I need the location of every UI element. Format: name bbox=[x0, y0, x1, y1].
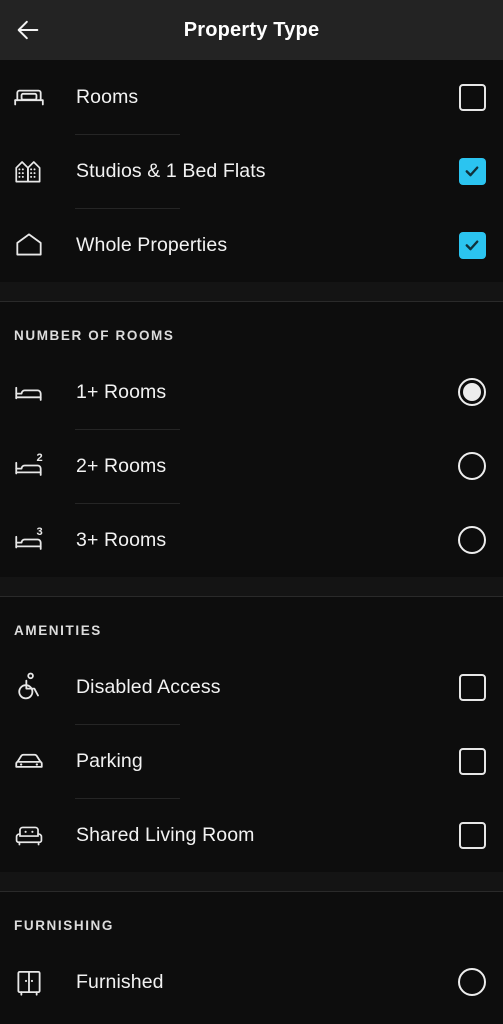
row-label: 1+ Rooms bbox=[76, 380, 167, 403]
row-rooms[interactable]: Rooms bbox=[0, 60, 503, 134]
row-studios-1-bed-flats[interactable]: Studios & 1 Bed Flats bbox=[0, 134, 503, 208]
house-icon bbox=[0, 228, 58, 262]
checkbox-parking[interactable] bbox=[441, 747, 503, 775]
row-label: 2+ Rooms bbox=[76, 454, 167, 477]
row-label: 3+ Rooms bbox=[76, 528, 167, 551]
radio-dot bbox=[463, 383, 481, 401]
radio-furnished[interactable] bbox=[441, 968, 503, 996]
row-label: Parking bbox=[76, 749, 143, 772]
radio-button[interactable] bbox=[458, 968, 486, 996]
radio-button[interactable] bbox=[458, 526, 486, 554]
row-label: Furnished bbox=[76, 970, 164, 993]
app-bar: Property Type bbox=[0, 0, 503, 60]
svg-text:2: 2 bbox=[36, 452, 42, 464]
section-heading: NUMBER OF ROOMS bbox=[14, 328, 175, 343]
section-number-of-rooms: NUMBER OF ROOMS 1+ Rooms 2 2+ Rooms 3 3+… bbox=[0, 302, 503, 577]
row-label: Rooms bbox=[76, 85, 139, 108]
section-divider bbox=[0, 872, 503, 892]
row-label: Whole Properties bbox=[76, 233, 228, 256]
checkbox-rooms[interactable] bbox=[441, 83, 503, 111]
checkbox-whole-properties[interactable] bbox=[441, 231, 503, 259]
page-title: Property Type bbox=[183, 18, 320, 41]
row-2-plus-rooms[interactable]: 2 2+ Rooms bbox=[0, 429, 503, 503]
checkbox[interactable] bbox=[458, 747, 486, 775]
row-3-plus-rooms[interactable]: 3 3+ Rooms bbox=[0, 503, 503, 577]
row-parking[interactable]: Parking bbox=[0, 724, 503, 798]
checkbox[interactable] bbox=[458, 673, 486, 701]
checkbox-disabled-access[interactable] bbox=[441, 673, 503, 701]
wardrobe-icon bbox=[0, 965, 58, 999]
section-amenities: AMENITIES Disabled Access Parking Shared… bbox=[0, 597, 503, 872]
checkbox[interactable] bbox=[458, 83, 486, 111]
radio-3-plus-rooms[interactable] bbox=[441, 526, 503, 554]
checkbox[interactable] bbox=[458, 231, 486, 259]
section-heading: FURNISHING bbox=[14, 918, 114, 933]
wheelchair-icon bbox=[0, 670, 58, 704]
section-furnishing: FURNISHING Furnished bbox=[0, 892, 503, 1019]
row-label: Shared Living Room bbox=[76, 823, 255, 846]
row-label: Disabled Access bbox=[76, 675, 221, 698]
bed-three-icon: 3 bbox=[0, 523, 58, 557]
bed-two-icon: 2 bbox=[0, 449, 58, 483]
buildings-icon bbox=[0, 154, 58, 188]
row-label: Studios & 1 Bed Flats bbox=[76, 159, 266, 182]
svg-text:3: 3 bbox=[36, 526, 42, 538]
section-property-type: Rooms Studios & 1 Bed Flats Whole Proper… bbox=[0, 60, 503, 282]
row-whole-properties[interactable]: Whole Properties bbox=[0, 208, 503, 282]
radio-1-plus-rooms[interactable] bbox=[441, 378, 503, 406]
checkbox-shared-living-room[interactable] bbox=[441, 821, 503, 849]
back-button[interactable] bbox=[0, 0, 56, 60]
section-divider bbox=[0, 577, 503, 597]
bed-single-icon bbox=[0, 375, 58, 409]
row-furnished[interactable]: Furnished bbox=[0, 945, 503, 1019]
checkbox[interactable] bbox=[458, 157, 486, 185]
row-1-plus-rooms[interactable]: 1+ Rooms bbox=[0, 355, 503, 429]
radio-button[interactable] bbox=[458, 452, 486, 480]
arrow-left-icon bbox=[14, 16, 42, 44]
property-type-screen: Property Type Rooms Studios & 1 Bed Flat… bbox=[0, 0, 503, 1024]
car-icon bbox=[0, 744, 58, 778]
section-divider bbox=[0, 282, 503, 302]
section-heading: AMENITIES bbox=[14, 623, 102, 638]
row-shared-living-room[interactable]: Shared Living Room bbox=[0, 798, 503, 872]
radio-2-plus-rooms[interactable] bbox=[441, 452, 503, 480]
checkbox-studios-1-bed-flats[interactable] bbox=[441, 157, 503, 185]
radio-button[interactable] bbox=[458, 378, 486, 406]
checkbox[interactable] bbox=[458, 821, 486, 849]
row-disabled-access[interactable]: Disabled Access bbox=[0, 650, 503, 724]
bed-icon bbox=[0, 80, 58, 114]
sofa-icon bbox=[0, 818, 58, 852]
